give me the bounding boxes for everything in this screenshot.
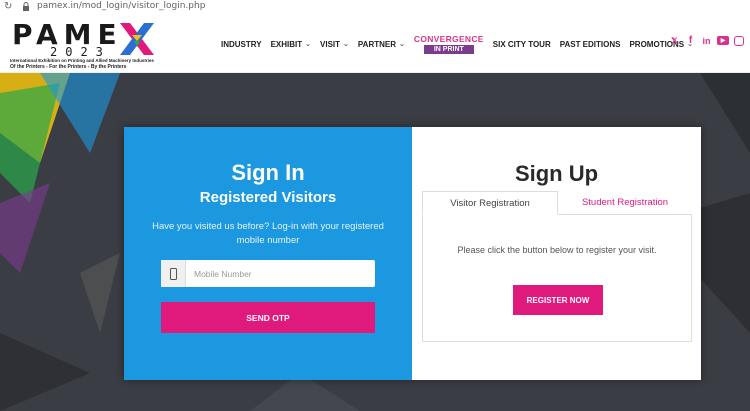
signup-title: Sign Up [514, 161, 599, 186]
register-instruction: Please click the button below to registe… [457, 245, 657, 255]
signup-tabs: Visitor Registration Student Registratio… [422, 191, 692, 215]
nav-label: EXHIBIT [270, 39, 303, 49]
linkedin-icon[interactable]: in [701, 35, 712, 46]
twitter-icon[interactable]: 𝕩 [669, 35, 680, 46]
nav-label: INDUSTRY [221, 39, 262, 49]
signup-panel: Sign Up Visitor Registration Student Reg… [412, 127, 701, 380]
pamex-logo[interactable]: PAME 2023 International Exhibition on Pr… [10, 21, 154, 71]
nav-industry[interactable]: INDUSTRY [221, 40, 262, 49]
nav-label: SIX CITY TOUR [492, 39, 551, 49]
url-text[interactable]: pamex.in/mod_login/visitor_login.php [37, 1, 205, 11]
logo-tagline-2: Of the Printers - For the Printers - By … [10, 64, 127, 70]
tab-visitor-registration[interactable]: Visitor Registration [422, 191, 558, 215]
nav-convergence-in-print[interactable]: CONVERGENCE IN PRINT [414, 34, 484, 54]
signin-title: Sign In [231, 160, 305, 185]
tab-student-registration[interactable]: Student Registration [558, 191, 692, 214]
chevron-down-icon: ⌄ [399, 41, 405, 48]
logo-x-icon [120, 23, 154, 55]
signin-description: Have you visited us before? Log-in with … [152, 221, 384, 246]
nav-label: VISIT [320, 39, 341, 49]
login-card: Sign In Registered Visitors Have you vis… [124, 127, 701, 380]
nav-visit[interactable]: VISIT ⌄ [320, 40, 349, 49]
social-links: 𝕩 f in ▶ [669, 35, 744, 46]
mobile-phone-icon [161, 260, 186, 287]
chevron-down-icon: ⌄ [305, 41, 312, 48]
hero-background: Sign In Registered Visitors Have you vis… [0, 73, 750, 411]
instagram-icon[interactable] [734, 35, 744, 46]
logo-year: 2023 [50, 45, 111, 59]
send-otp-button[interactable]: SEND OTP [161, 302, 375, 333]
facebook-icon[interactable]: f [685, 35, 696, 46]
browser-url-bar[interactable]: ↻ pamex.in/mod_login/visitor_login.php [0, 0, 750, 15]
visitor-registration-panel: Please click the button below to registe… [422, 215, 692, 342]
youtube-icon[interactable]: ▶ [717, 36, 729, 45]
chevron-down-icon: ⌄ [343, 41, 349, 48]
nav-partner[interactable]: PARTNER ⌄ [358, 40, 405, 49]
nav-past-editions[interactable]: PAST EDITIONS [560, 40, 621, 49]
main-nav: INDUSTRY EXHIBIT ⌄ VISIT ⌄ PARTNER ⌄ CONVER… [221, 15, 702, 73]
signin-subtitle: Registered Visitors [199, 189, 337, 206]
nav-six-city-tour[interactable]: SIX CITY TOUR [493, 40, 551, 49]
mobile-number-input[interactable] [186, 261, 375, 286]
mobile-field [161, 260, 375, 287]
reload-icon[interactable]: ↻ [4, 1, 12, 12]
site-header: PAME 2023 International Exhibition on Pr… [0, 15, 750, 73]
convergence-line2: IN PRINT [423, 45, 474, 54]
nav-exhibit[interactable]: EXHIBIT ⌄ [271, 40, 311, 49]
nav-label: PARTNER [357, 39, 396, 49]
logo-tagline-1: International Exhibition on Printing and… [10, 58, 154, 63]
signin-panel: Sign In Registered Visitors Have you vis… [124, 127, 412, 380]
convergence-line1: CONVERGENCE [413, 34, 484, 44]
register-now-button[interactable]: REGISTER NOW [513, 285, 603, 315]
nav-label: PAST EDITIONS [559, 39, 621, 49]
lock-icon [23, 2, 29, 11]
